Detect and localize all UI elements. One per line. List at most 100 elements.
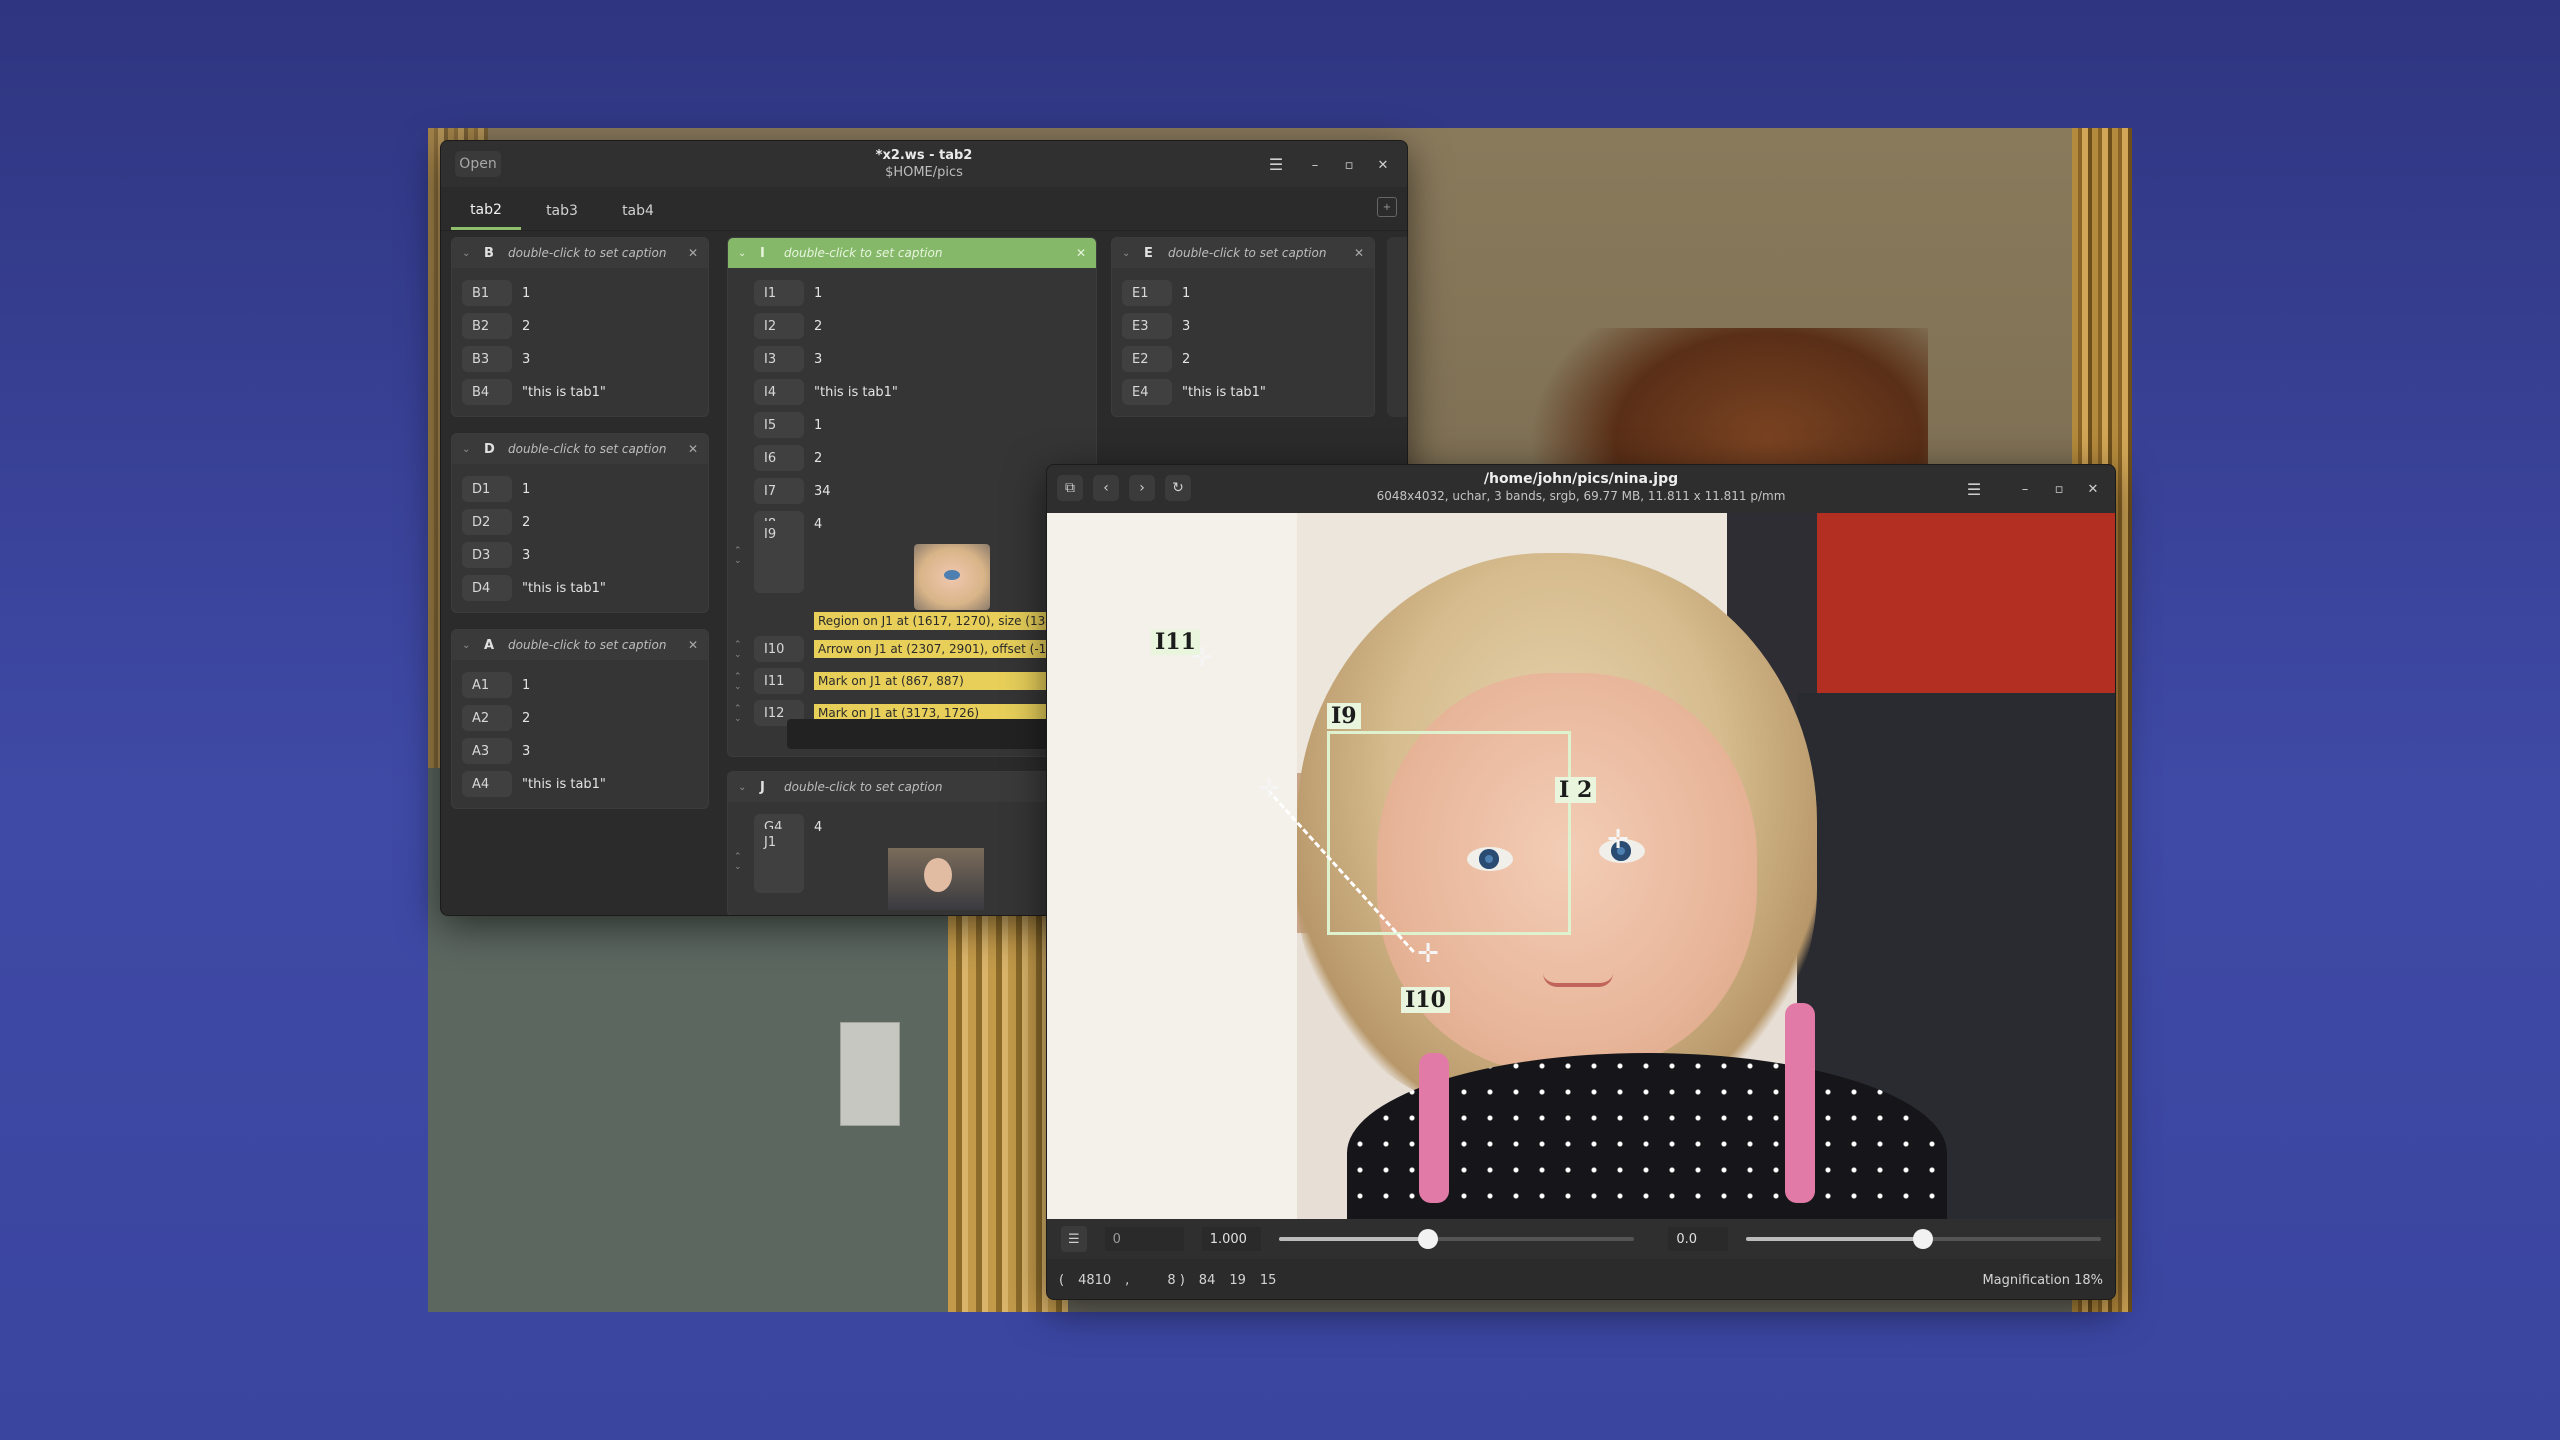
image-canvas[interactable]: I9 ✛ ✛ I10 ✛ I11 ✛ I 2 [1047, 513, 2115, 1219]
card-caption[interactable]: double-click to set caption [508, 442, 678, 456]
minimize-icon[interactable]: – [1303, 153, 1327, 177]
row-name[interactable]: E4 [1122, 379, 1172, 405]
pixel-value-1: 84 [1198, 1272, 1216, 1288]
row-name[interactable]: D1 [462, 476, 512, 502]
row-name[interactable]: J1 [754, 829, 804, 893]
scale-min-field[interactable]: 0 [1104, 1227, 1184, 1251]
row-name[interactable]: E3 [1122, 313, 1172, 339]
card-caption[interactable]: double-click to set caption [508, 246, 678, 260]
offset-slider-knob[interactable] [1913, 1229, 1934, 1249]
expand-arrows-icon[interactable]: ⌃ ⌄ [734, 704, 746, 724]
scale-slider-knob[interactable] [1418, 1229, 1439, 1249]
minimize-icon[interactable]: – [2013, 477, 2037, 501]
close-icon[interactable]: ✕ [1076, 246, 1086, 260]
card-caption[interactable]: double-click to set caption [784, 246, 1066, 260]
region-tag[interactable]: Region on J1 at (1617, 1270), size (1344… [814, 612, 1046, 630]
row-name[interactable]: I10 [754, 636, 804, 662]
close-icon[interactable]: ✕ [688, 638, 698, 652]
chevron-down-icon[interactable]: ⌄ [1122, 248, 1134, 259]
label-i9[interactable]: I9 [1327, 703, 1361, 729]
row-name[interactable]: A3 [462, 738, 512, 764]
close-icon[interactable]: ✕ [688, 246, 698, 260]
card-partial[interactable] [1387, 237, 1407, 417]
hamburger-menu-icon[interactable]: ☰ [1957, 475, 1991, 503]
new-row-input[interactable] [787, 719, 1083, 749]
row-name[interactable]: A4 [462, 771, 512, 797]
row-name[interactable]: B1 [462, 280, 512, 306]
scale-slider[interactable] [1279, 1229, 1635, 1249]
row-name[interactable]: A1 [462, 672, 512, 698]
offset-slider[interactable] [1745, 1229, 2101, 1249]
card-b[interactable]: ⌄ B double-click to set caption ✕ B1 1 B2… [451, 237, 709, 417]
photo-strap-right [1785, 1003, 1815, 1203]
tab-tab3[interactable]: tab3 [527, 192, 597, 230]
card-j[interactable]: ⌄ J double-click to set caption ✕ G44 ⌃⌄… [727, 771, 1097, 915]
card-caption[interactable]: double-click to set caption [1168, 246, 1344, 260]
row-name[interactable]: I3 [754, 346, 804, 372]
maximize-icon[interactable]: ▫ [1337, 153, 1361, 177]
region-i9[interactable] [1327, 731, 1571, 935]
row-name[interactable]: D4 [462, 575, 512, 601]
label-i11[interactable]: I11 [1151, 629, 1200, 655]
display-menu-icon[interactable]: ☰ [1061, 1226, 1087, 1252]
row-name[interactable]: I1 [754, 280, 804, 306]
row-name[interactable]: B4 [462, 379, 512, 405]
card-e[interactable]: ⌄ E double-click to set caption ✕ E1 1 E3… [1111, 237, 1375, 417]
new-tab-icon[interactable]: + [1377, 197, 1397, 217]
label-i10[interactable]: I10 [1401, 987, 1450, 1013]
row-name[interactable]: I7 [754, 478, 804, 504]
maximize-icon[interactable]: ▫ [2047, 477, 2071, 501]
card-a[interactable]: ⌄ A double-click to set caption ✕ A1 1 A2… [451, 629, 709, 809]
coord-open-paren: ( [1059, 1272, 1065, 1288]
row-name[interactable]: I4 [754, 379, 804, 405]
row-name[interactable]: E2 [1122, 346, 1172, 372]
row-name[interactable]: E1 [1122, 280, 1172, 306]
row-name[interactable]: I5 [754, 412, 804, 438]
row-name[interactable]: D3 [462, 542, 512, 568]
row-name[interactable]: B3 [462, 346, 512, 372]
expand-arrows-icon[interactable]: ⌃ ⌄ [734, 672, 746, 692]
row-name[interactable]: I6 [754, 445, 804, 471]
hamburger-menu-icon[interactable]: ☰ [1259, 150, 1293, 178]
close-icon[interactable]: ✕ [1354, 246, 1364, 260]
expand-arrows-icon[interactable]: ⌃ ⌄ [734, 546, 746, 566]
row-name[interactable]: I11 [754, 668, 804, 694]
row-name[interactable]: D2 [462, 509, 512, 535]
viewer-titlebar[interactable]: ⧉ ‹ › ↻ /home/john/pics/nina.jpg 6048x40… [1047, 465, 2115, 513]
offset-field[interactable]: 0.0 [1668, 1227, 1728, 1251]
chevron-down-icon[interactable]: ⌄ [462, 444, 474, 455]
close-icon[interactable]: ✕ [1371, 153, 1395, 177]
arrow-tag[interactable]: Arrow on J1 at (2307, 2901), offset (-10… [814, 640, 1046, 658]
image-thumbnail[interactable] [888, 848, 984, 910]
row-name[interactable]: I9 [754, 521, 804, 593]
magnification-readout: Magnification 18% [1982, 1272, 2103, 1288]
tab-tab4[interactable]: tab4 [603, 192, 673, 230]
chevron-down-icon[interactable]: ⌄ [462, 248, 474, 259]
arrow-start-crosshair-icon[interactable]: ✛ [1254, 774, 1284, 804]
row-value: 4 [814, 819, 823, 835]
card-d[interactable]: ⌄ D double-click to set caption ✕ D1 1 D2… [451, 433, 709, 613]
card-caption[interactable]: double-click to set caption [508, 638, 678, 652]
chevron-down-icon[interactable]: ⌄ [738, 782, 750, 793]
row-name[interactable]: B2 [462, 313, 512, 339]
chevron-down-icon[interactable]: ⌄ [462, 640, 474, 651]
arrow-end-crosshair-icon[interactable]: ✛ [1413, 939, 1443, 969]
close-icon[interactable]: ✕ [688, 442, 698, 456]
chevron-down-icon[interactable]: ⌄ [738, 248, 750, 259]
tab-tab2[interactable]: tab2 [451, 192, 521, 230]
row-name[interactable]: I2 [754, 313, 804, 339]
row-value: 2 [522, 318, 531, 334]
mark-tag[interactable]: Mark on J1 at (867, 887) [814, 672, 1046, 690]
label-i12[interactable]: I 2 [1555, 777, 1597, 803]
mark-i12-crosshair-icon[interactable]: ✛ [1603, 825, 1633, 855]
card-i[interactable]: ⌄ I double-click to set caption ✕ I1 1 I2… [727, 237, 1097, 757]
workspace-titlebar[interactable]: Open *x2.ws - tab2 $HOME/pics ☰ – ▫ ✕ [441, 141, 1407, 187]
card-name: I [760, 245, 765, 261]
scale-field[interactable]: 1.000 [1201, 1227, 1262, 1251]
card-caption[interactable]: double-click to set caption [784, 780, 1066, 794]
expand-arrows-icon[interactable]: ⌃ ⌄ [734, 852, 746, 872]
close-icon[interactable]: ✕ [2081, 477, 2105, 501]
display-controls: ☰ 0 1.000 0.0 [1047, 1219, 2115, 1259]
row-name[interactable]: A2 [462, 705, 512, 731]
expand-arrows-icon[interactable]: ⌃ ⌄ [734, 640, 746, 660]
